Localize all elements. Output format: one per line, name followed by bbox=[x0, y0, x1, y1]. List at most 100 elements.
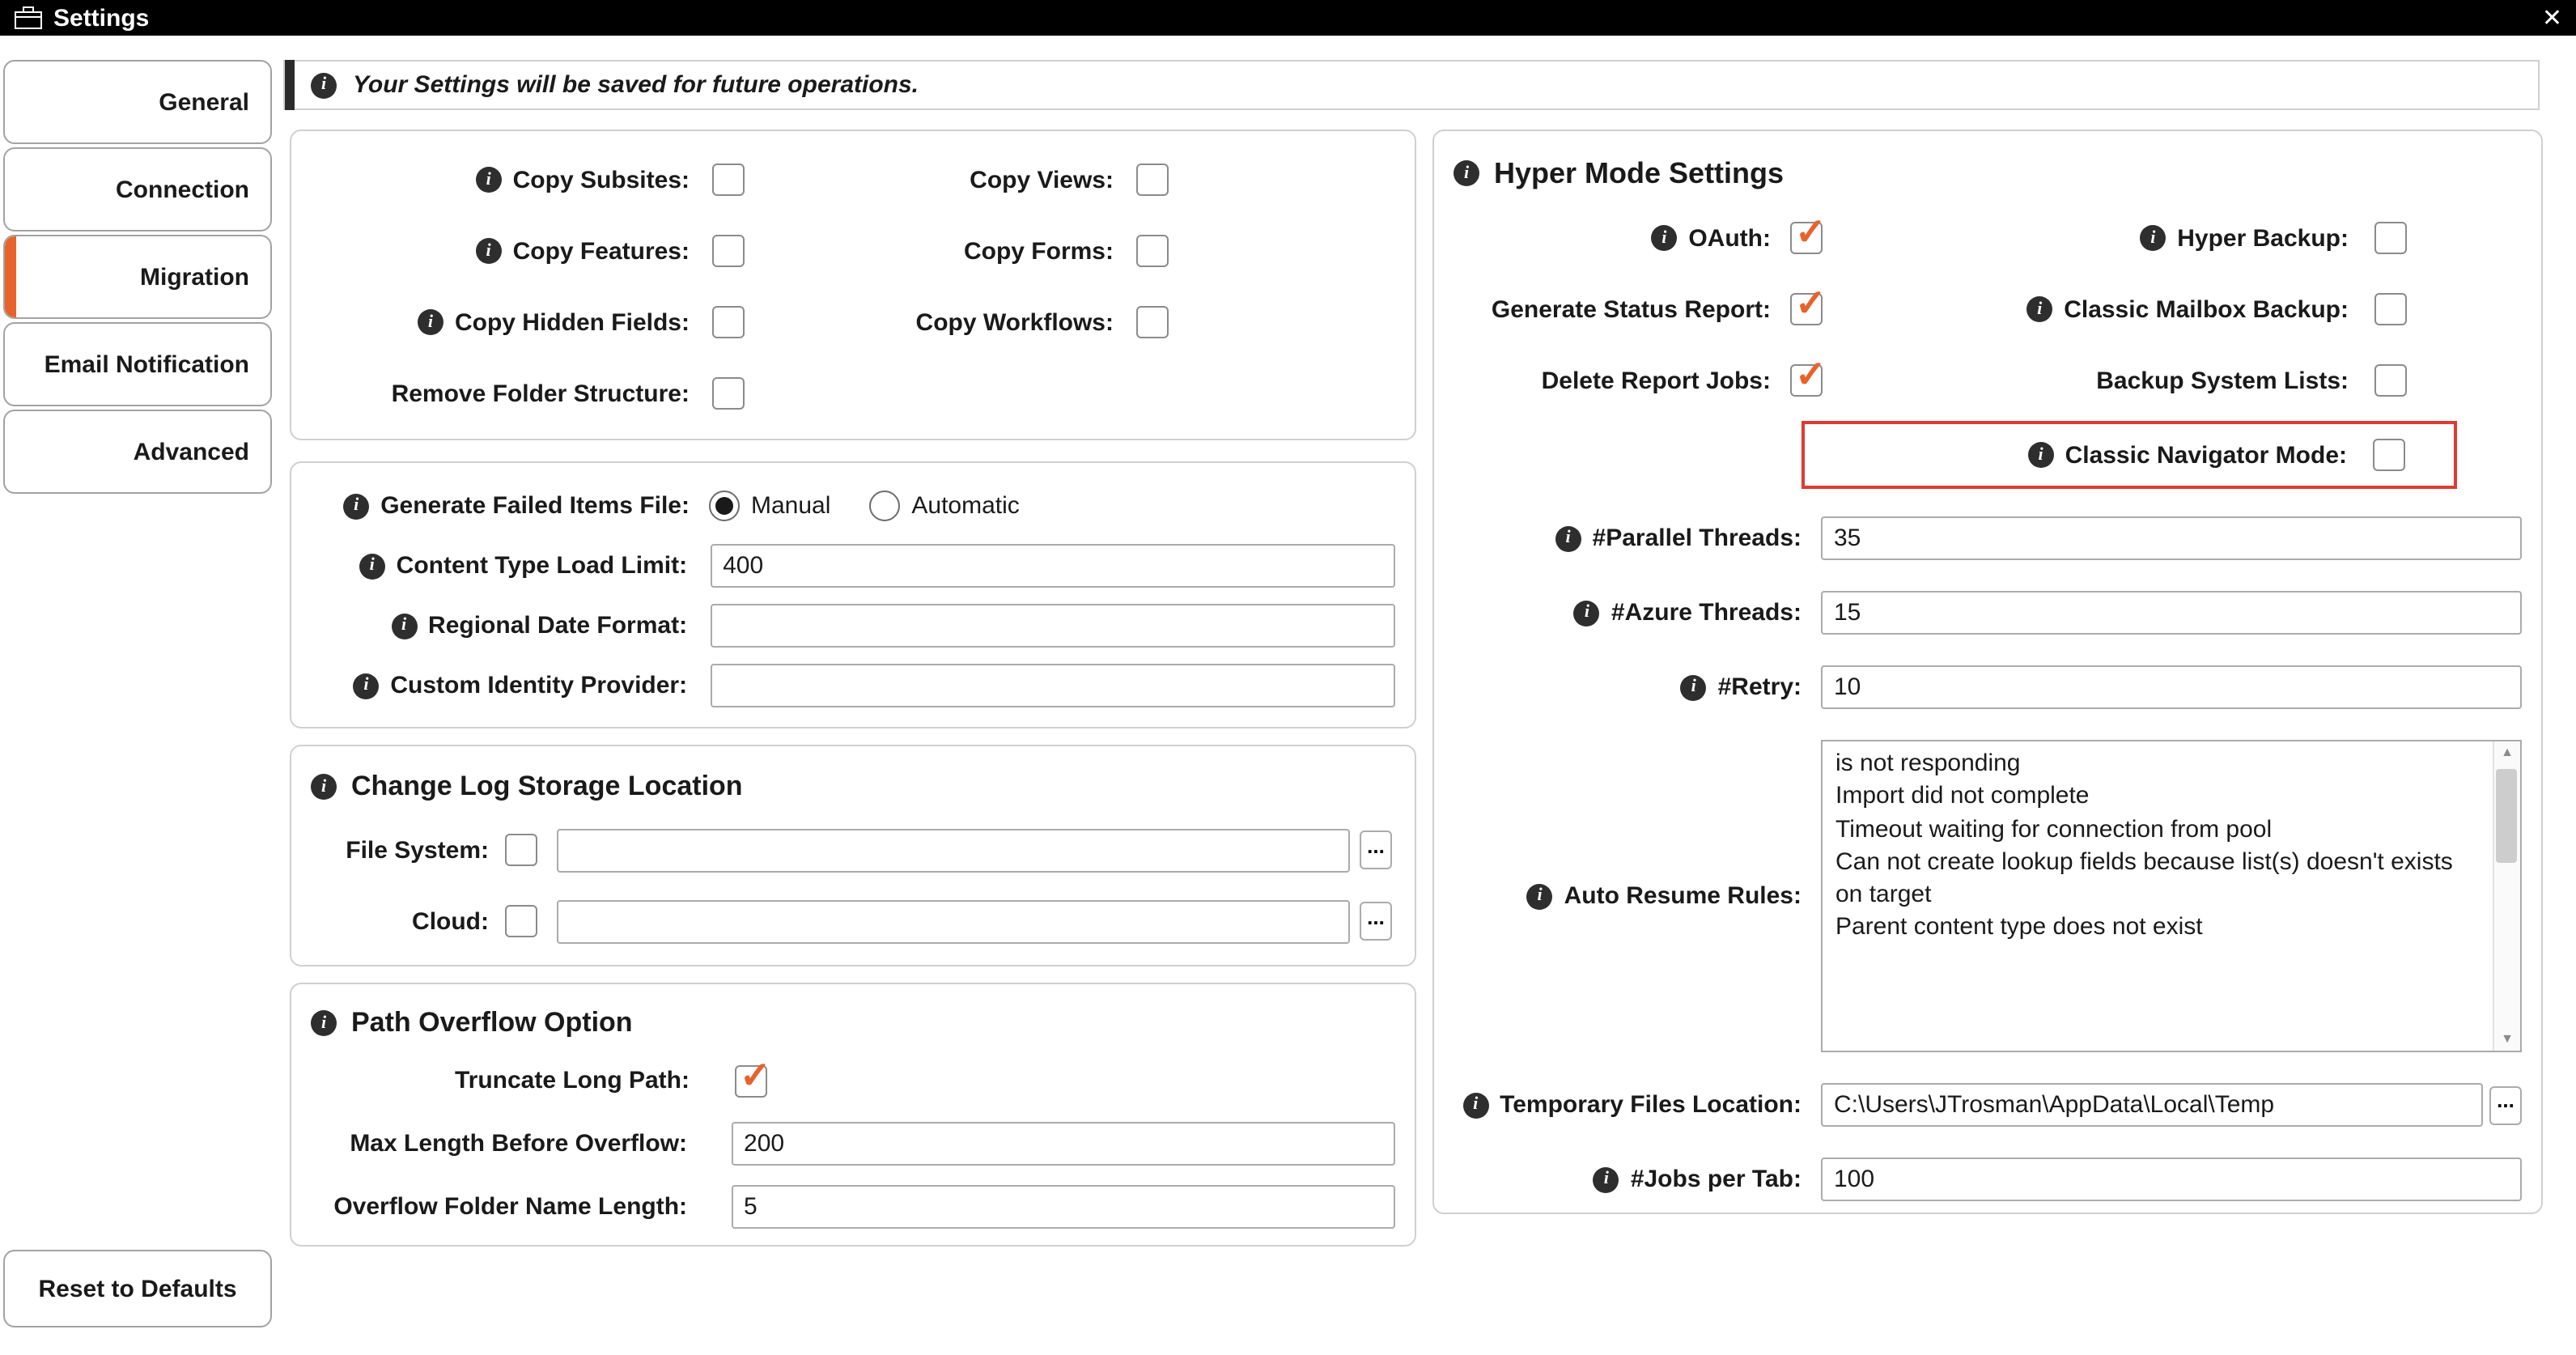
jobs-per-tab-input[interactable] bbox=[1821, 1157, 2522, 1201]
info-icon[interactable]: i bbox=[2026, 296, 2053, 322]
info-icon[interactable]: i bbox=[2027, 442, 2054, 468]
label-text: #Parallel Threads: bbox=[1592, 525, 1802, 552]
hyper-backup-checkbox[interactable]: ✓ bbox=[2374, 222, 2407, 254]
info-icon: i bbox=[311, 72, 337, 98]
scroll-up-icon[interactable]: ▲ bbox=[2501, 745, 2514, 759]
cloud-checkbox[interactable]: ✓ bbox=[505, 905, 537, 937]
content-type-load-limit-input[interactable] bbox=[710, 544, 1395, 588]
change-log-storage-box: i Change Log Storage Location File Syste… bbox=[290, 745, 1416, 966]
retry-input[interactable] bbox=[1821, 665, 2522, 709]
tab-label: Advanced bbox=[133, 438, 249, 465]
info-icon[interactable]: i bbox=[1526, 883, 1553, 909]
info-icon[interactable]: i bbox=[391, 613, 418, 639]
azure-threads-input[interactable] bbox=[1821, 591, 2522, 635]
label-text: Delete Report Jobs: bbox=[1541, 367, 1771, 394]
label-text: Content Type Load Limit: bbox=[396, 552, 688, 580]
field-label: i Generate Failed Items File: bbox=[311, 492, 690, 520]
classic-mailbox-backup-checkbox[interactable]: ✓ bbox=[2374, 293, 2407, 325]
field-label: Copy Views: bbox=[745, 166, 1114, 193]
cloud-browse-button[interactable]: ... bbox=[1360, 902, 1392, 941]
max-length-before-overflow-input[interactable] bbox=[731, 1122, 1395, 1166]
settings-window-icon bbox=[15, 6, 42, 29]
manual-radio[interactable] bbox=[709, 491, 740, 521]
field-label: Max Length Before Overflow: bbox=[311, 1130, 687, 1157]
tab-advanced[interactable]: Advanced bbox=[3, 410, 272, 494]
info-icon[interactable]: i bbox=[311, 774, 337, 800]
backup-system-lists-checkbox[interactable]: ✓ bbox=[2374, 364, 2407, 397]
remove-folder-structure-checkbox[interactable]: ✓ bbox=[712, 377, 745, 410]
label-text: Auto Resume Rules: bbox=[1564, 882, 1802, 910]
info-icon[interactable]: i bbox=[1555, 525, 1581, 551]
field-label: Backup System Lists: bbox=[1823, 367, 2349, 394]
field-label: i Copy Features: bbox=[311, 237, 690, 265]
regional-date-format-input[interactable] bbox=[710, 604, 1395, 648]
label-text: Regional Date Format: bbox=[428, 612, 688, 639]
overflow-folder-name-length-input[interactable] bbox=[731, 1185, 1395, 1229]
info-icon[interactable]: i bbox=[1651, 225, 1678, 251]
field-label: i #Azure Threads: bbox=[1454, 599, 1802, 627]
scrollbar-thumb[interactable] bbox=[2496, 769, 2517, 863]
info-banner: i Your Settings will be saved for future… bbox=[283, 60, 2540, 110]
info-icon[interactable]: i bbox=[475, 238, 502, 264]
tab-label: General bbox=[159, 88, 249, 116]
field-label: i Classic Navigator Mode: bbox=[1821, 441, 2347, 469]
copy-hidden-fields-checkbox[interactable]: ✓ bbox=[712, 306, 745, 338]
scroll-down-icon[interactable]: ▼ bbox=[2501, 1032, 2514, 1046]
temporary-files-browse-button[interactable]: ... bbox=[2489, 1085, 2522, 1124]
truncate-long-path-checkbox[interactable]: ✓ bbox=[735, 1053, 771, 1097]
info-icon[interactable]: i bbox=[1680, 674, 1707, 700]
oauth-checkbox[interactable]: ✓ bbox=[1790, 210, 1827, 254]
close-icon[interactable]: ✕ bbox=[2542, 6, 2562, 30]
info-icon[interactable]: i bbox=[475, 167, 502, 193]
label-text: OAuth: bbox=[1688, 224, 1771, 252]
check-icon: ✓ bbox=[1795, 210, 1827, 253]
row: Truncate Long Path: ✓ bbox=[311, 1049, 1395, 1112]
field-label: i #Jobs per Tab: bbox=[1454, 1166, 1802, 1193]
custom-identity-provider-input[interactable] bbox=[710, 664, 1395, 707]
tab-migration[interactable]: Migration bbox=[3, 235, 272, 319]
info-icon[interactable]: i bbox=[343, 493, 370, 519]
copy-views-checkbox[interactable]: ✓ bbox=[1136, 164, 1169, 196]
classic-navigator-mode-checkbox[interactable]: ✓ bbox=[2373, 439, 2405, 471]
info-icon[interactable]: i bbox=[353, 673, 380, 699]
info-icon[interactable]: i bbox=[2140, 225, 2166, 251]
temporary-files-location-input[interactable] bbox=[1821, 1083, 2483, 1127]
info-icon[interactable]: i bbox=[1454, 160, 1479, 186]
field-label: Overflow Folder Name Length: bbox=[311, 1193, 687, 1221]
row: i #Azure Threads: bbox=[1454, 591, 2522, 635]
label-text: Copy Features: bbox=[512, 237, 690, 265]
hyper-mode-settings-panel: i Hyper Mode Settings i OAuth: ✓ i Hyper B… bbox=[1432, 130, 2543, 1214]
label-text: Cloud: bbox=[412, 907, 489, 935]
field-label: i Auto Resume Rules: bbox=[1454, 882, 1802, 910]
copy-subsites-checkbox[interactable]: ✓ bbox=[712, 164, 745, 196]
parallel-threads-input[interactable] bbox=[1821, 516, 2522, 560]
row: i #Parallel Threads: bbox=[1454, 516, 2522, 560]
info-icon[interactable]: i bbox=[1593, 1166, 1619, 1192]
info-icon[interactable]: i bbox=[1573, 600, 1600, 626]
tab-general[interactable]: General bbox=[3, 60, 272, 144]
label-text: Classic Mailbox Backup: bbox=[2064, 295, 2349, 323]
automatic-radio[interactable] bbox=[869, 491, 901, 521]
copy-forms-checkbox[interactable]: ✓ bbox=[1136, 235, 1169, 267]
reset-to-defaults-button[interactable]: Reset to Defaults bbox=[3, 1250, 272, 1327]
copy-features-checkbox[interactable]: ✓ bbox=[712, 235, 745, 267]
field-label: i Temporary Files Location: bbox=[1454, 1091, 1802, 1119]
auto-resume-rules-textarea[interactable]: is not responding Import did not complet… bbox=[1821, 740, 2522, 1052]
generate-status-report-checkbox[interactable]: ✓ bbox=[1790, 282, 1827, 325]
field-label: i Content Type Load Limit: bbox=[311, 552, 687, 580]
file-system-checkbox[interactable]: ✓ bbox=[505, 834, 537, 866]
cloud-path-input[interactable] bbox=[557, 899, 1350, 943]
label-text: Generate Status Report: bbox=[1491, 295, 1771, 323]
file-system-path-input[interactable] bbox=[557, 828, 1350, 872]
label-text: Copy Forms: bbox=[963, 237, 1114, 265]
copy-workflows-checkbox[interactable]: ✓ bbox=[1136, 306, 1169, 338]
info-icon[interactable]: i bbox=[311, 1010, 337, 1036]
tab-email-notification[interactable]: Email Notification bbox=[3, 322, 272, 406]
file-system-browse-button[interactable]: ... bbox=[1360, 830, 1392, 869]
info-icon[interactable]: i bbox=[1462, 1092, 1489, 1118]
delete-report-jobs-checkbox[interactable]: ✓ bbox=[1790, 353, 1827, 397]
tab-connection[interactable]: Connection bbox=[3, 147, 272, 231]
info-icon[interactable]: i bbox=[417, 309, 443, 335]
info-icon[interactable]: i bbox=[359, 553, 385, 579]
row: Cloud: ✓ ... bbox=[311, 886, 1395, 957]
